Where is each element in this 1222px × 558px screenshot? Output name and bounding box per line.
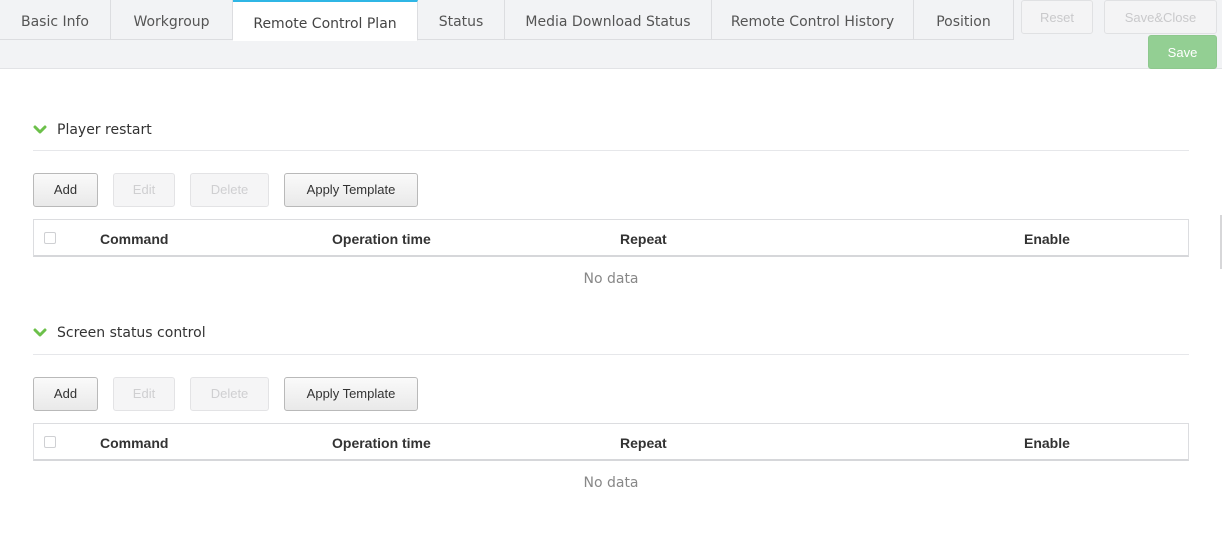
add-button[interactable]: Add <box>33 377 98 411</box>
column-header-command[interactable]: Command <box>100 220 168 256</box>
tab-media-download-status[interactable]: Media Download Status <box>505 0 712 40</box>
chevron-down-icon <box>33 125 47 134</box>
select-all-checkbox[interactable] <box>44 232 56 244</box>
table-header: Command Operation time Repeat Enable <box>33 219 1189 257</box>
section-header-player-restart[interactable]: Player restart <box>33 120 152 140</box>
column-header-enable[interactable]: Enable <box>1024 220 1070 256</box>
select-all-checkbox[interactable] <box>44 436 56 448</box>
tab-workgroup[interactable]: Workgroup <box>111 0 233 40</box>
save-button[interactable]: Save <box>1148 35 1217 69</box>
delete-button[interactable]: Delete <box>190 173 269 207</box>
edit-button[interactable]: Edit <box>113 377 175 411</box>
column-header-operation-time[interactable]: Operation time <box>332 424 431 460</box>
reset-button[interactable]: Reset <box>1021 0 1093 34</box>
section-title: Player restart <box>57 122 152 138</box>
section-divider <box>33 150 1189 151</box>
chevron-down-icon <box>33 328 47 337</box>
add-button[interactable]: Add <box>33 173 98 207</box>
edit-button[interactable]: Edit <box>113 173 175 207</box>
apply-template-button[interactable]: Apply Template <box>284 377 418 411</box>
column-header-command[interactable]: Command <box>100 424 168 460</box>
tab-basic-info[interactable]: Basic Info <box>0 0 111 40</box>
section-header-screen-status-control[interactable]: Screen status control <box>33 323 206 343</box>
column-header-repeat[interactable]: Repeat <box>620 220 667 256</box>
tab-status[interactable]: Status <box>418 0 505 40</box>
tab-remote-control-history[interactable]: Remote Control History <box>712 0 914 40</box>
column-header-repeat[interactable]: Repeat <box>620 424 667 460</box>
apply-template-button[interactable]: Apply Template <box>284 173 418 207</box>
empty-table-text: No data <box>583 271 639 287</box>
column-header-operation-time[interactable]: Operation time <box>332 220 431 256</box>
tab-remote-control-plan[interactable]: Remote Control Plan <box>233 0 418 41</box>
column-header-enable[interactable]: Enable <box>1024 424 1070 460</box>
table-header: Command Operation time Repeat Enable <box>33 423 1189 461</box>
delete-button[interactable]: Delete <box>190 377 269 411</box>
save-close-button[interactable]: Save&Close <box>1104 0 1217 34</box>
tab-position[interactable]: Position <box>914 0 1014 40</box>
section-title: Screen status control <box>57 325 206 341</box>
top-bar: Basic Info Workgroup Remote Control Plan… <box>0 0 1222 69</box>
empty-table-text: No data <box>583 475 639 491</box>
section-divider <box>33 354 1189 355</box>
